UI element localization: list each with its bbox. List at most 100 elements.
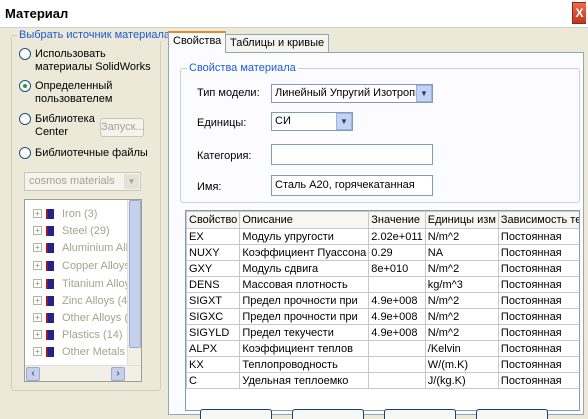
radio-center-library[interactable]: Библиотека Center [19, 113, 99, 139]
model-type-value: Линейный Упругий Изотропный [275, 87, 433, 99]
expand-icon[interactable]: + [33, 261, 42, 270]
cell-value[interactable]: 0.29 [368, 244, 426, 261]
cell-units: N/m^2 [424, 324, 499, 341]
col-header-property[interactable]: Свойство [186, 211, 241, 229]
tree-item-label: Other Metals [62, 345, 125, 358]
cell-description: Предел прочности при [239, 292, 370, 309]
cell-value[interactable]: 8e+010 [368, 260, 426, 277]
cell-temp-dependency[interactable]: Постоянная [497, 292, 579, 309]
close-button[interactable]: X [572, 2, 586, 24]
expand-icon[interactable]: + [33, 296, 42, 305]
cell-value[interactable] [368, 356, 426, 373]
table-row[interactable]: C Удельная теплоемко J/(kg.K) Постоянная [186, 372, 579, 389]
table-row[interactable]: GXY Модуль сдвига 8e+010 N/m^2 Постоянная [186, 260, 579, 277]
cell-description: Массовая плотность [239, 276, 370, 293]
radio-user-defined[interactable]: Определенный пользователем [19, 80, 139, 106]
scroll-left-icon[interactable]: ‹ [26, 367, 40, 381]
cell-temp-dependency[interactable]: Постоянная [497, 340, 579, 357]
radio-solidworks-icon [19, 48, 31, 60]
tree-item[interactable]: + Titanium Alloys [25, 275, 136, 292]
expand-icon[interactable]: + [33, 226, 42, 235]
col-header-temp-dependency[interactable]: Зависимость темп [497, 211, 579, 229]
cell-value[interactable] [368, 276, 426, 293]
col-header-units[interactable]: Единицы изм [424, 211, 499, 229]
cell-temp-dependency[interactable]: Постоянная [497, 324, 579, 341]
properties-table[interactable]: Свойство Описание Значение Единицы изм З… [185, 210, 580, 411]
table-row[interactable]: SIGYLD Предел текучести 4.9e+008 N/m^2 Посто… [186, 324, 579, 341]
col-header-description[interactable]: Описание [239, 211, 370, 229]
cell-description: Модуль упругости [239, 228, 370, 245]
cell-description: Удельная теплоемко [239, 372, 370, 389]
bottom-button[interactable] [476, 409, 548, 419]
model-type-combo[interactable]: Линейный Упругий Изотропный ▼ [271, 84, 433, 103]
cell-value[interactable]: 4.9e+008 [368, 308, 426, 325]
book-icon [46, 278, 54, 289]
tree-horizontal-scrollbar[interactable]: ‹ › [25, 365, 141, 381]
cell-temp-dependency[interactable]: Постоянная [497, 244, 579, 261]
tree-item-label: Other Alloys ( [62, 311, 129, 324]
cell-temp-dependency[interactable]: Постоянная [497, 260, 579, 277]
expand-icon[interactable]: + [33, 279, 42, 288]
tree-item[interactable]: + Other Metals [25, 343, 125, 360]
radio-library-files[interactable]: Библиотечные файлы [19, 147, 159, 160]
units-combo[interactable]: СИ ▼ [271, 112, 353, 131]
expand-icon[interactable]: + [33, 209, 42, 218]
scroll-right-icon[interactable]: › [111, 367, 125, 381]
cell-value[interactable] [368, 340, 426, 357]
radio-solidworks[interactable]: Использовать материалы SolidWorks [19, 48, 159, 74]
cell-units: N/m^2 [424, 228, 499, 245]
cell-units: N/m^2 [424, 308, 499, 325]
cell-property: SIGYLD [186, 324, 241, 341]
expand-icon[interactable]: + [33, 330, 42, 339]
category-label: Категория: [197, 150, 252, 162]
expand-icon[interactable]: + [33, 313, 42, 322]
material-properties-legend: Свойства материала [187, 62, 298, 74]
cell-temp-dependency[interactable]: Постоянная [497, 372, 579, 389]
tab-tables-curves[interactable]: Таблицы и кривые [225, 34, 330, 52]
col-header-value[interactable]: Значение [368, 211, 426, 229]
cell-temp-dependency[interactable]: Постоянная [497, 308, 579, 325]
tree-item[interactable]: + Steel (29) [25, 222, 110, 239]
expand-icon[interactable]: + [33, 243, 42, 252]
book-icon [46, 260, 54, 271]
scroll-thumb[interactable] [129, 200, 141, 348]
table-row[interactable]: ALPX Коэффициент теплов/Kelvin Постоянная [186, 340, 579, 357]
tree-item[interactable]: + Copper Alloys [25, 257, 130, 274]
library-combo[interactable]: cosmos materials ▼ [24, 172, 141, 191]
cell-description: Модуль сдвига [239, 260, 370, 277]
tree-item[interactable]: + Aluminium Alloys [25, 239, 141, 256]
cell-value[interactable]: 2.02e+011 [368, 228, 426, 245]
table-row[interactable]: EX Модуль упругости 2.02e+011 N/m^2 Постоянн… [186, 228, 579, 245]
cell-value[interactable]: 4.9e+008 [368, 324, 426, 341]
cell-units: W/(m.K) [424, 356, 499, 373]
tree-item-label: Copper Alloys [62, 259, 130, 272]
tree-item[interactable]: + Zinc Alloys (4) [25, 292, 131, 309]
tree-item[interactable]: + Iron (3) [25, 205, 97, 222]
table-row[interactable]: DENS Массовая плотность kg/m^3 Постоянная [186, 276, 579, 293]
cell-temp-dependency[interactable]: Постоянная [497, 276, 579, 293]
close-icon: X [575, 6, 584, 20]
expand-icon[interactable]: + [33, 347, 42, 356]
cell-units: N/m^2 [424, 292, 499, 309]
book-icon [46, 346, 54, 357]
table-row[interactable]: KX Теплопроводность W/(m.K) Постоянная [186, 356, 579, 373]
material-tree[interactable]: + Iron (3) + Steel (29) + Aluminium Alloys … [24, 199, 142, 382]
category-field[interactable] [271, 144, 433, 165]
cell-value[interactable]: 4.9e+008 [368, 292, 426, 309]
launch-button[interactable]: Запуск... [100, 118, 145, 137]
cell-temp-dependency[interactable]: Постоянная [497, 228, 579, 245]
bottom-button[interactable] [200, 409, 272, 419]
book-icon [46, 225, 54, 236]
cell-value[interactable] [368, 372, 426, 389]
tab-properties[interactable]: Свойства [168, 31, 227, 53]
bottom-button[interactable] [292, 409, 364, 419]
name-field[interactable]: Сталь А20, горячекатанная [271, 175, 433, 196]
table-row[interactable]: SIGXT Предел прочности при 4.9e+008 N/m^2 По… [186, 292, 579, 309]
tree-item[interactable]: + Other Alloys ( [25, 309, 128, 326]
tree-item[interactable]: + Plastics (14) [25, 326, 123, 343]
table-row[interactable]: NUXY Коэффициент Пуассона 0.29 NA Постоянная [186, 244, 579, 261]
table-row[interactable]: SIGXC Предел прочности при 4.9e+008 N/m^2 По… [186, 308, 579, 325]
cell-temp-dependency[interactable]: Постоянная [497, 356, 579, 373]
tree-vertical-scrollbar[interactable] [127, 200, 141, 365]
bottom-button[interactable] [384, 409, 456, 419]
